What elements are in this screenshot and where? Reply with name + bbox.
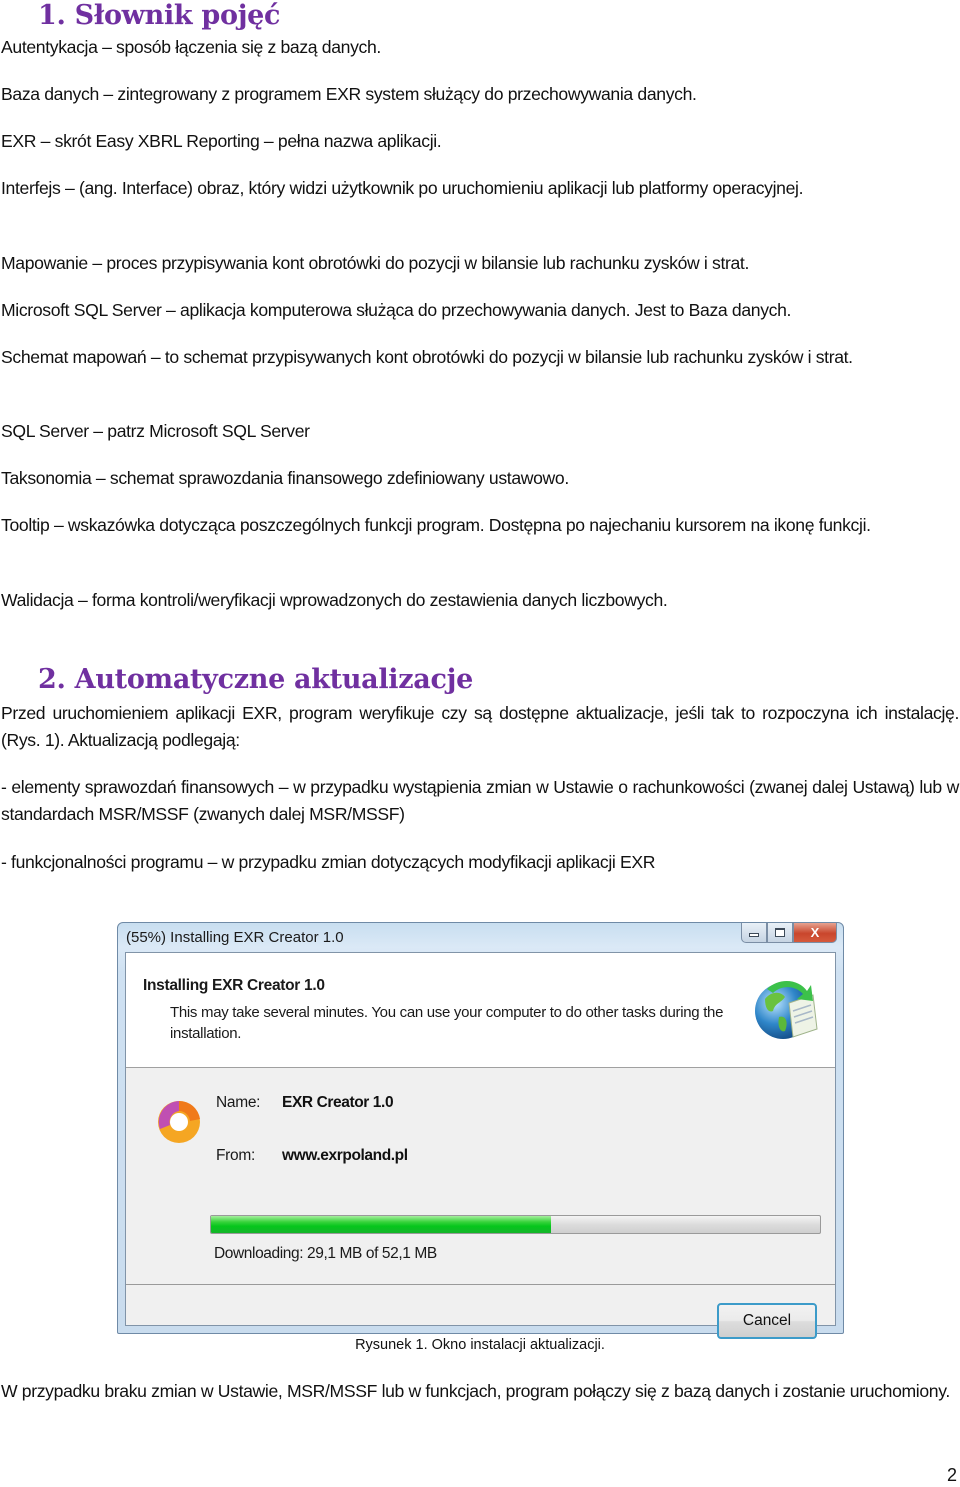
close-button[interactable]: X [793,923,837,943]
figure-caption: Rysunek 1. Okno instalacji aktualizacji. [355,1337,605,1353]
globe-download-icon [755,980,818,1039]
definition-sql-server: SQL Server – patrz Microsoft SQL Server [1,421,310,441]
maximize-button[interactable] [767,923,793,943]
definition-database: Baza danych – zintegrowany z programem E… [1,84,697,104]
installer-header-title: Installing EXR Creator 1.0 [143,977,325,994]
installer-header: Installing EXR Creator 1.0 This may take… [126,953,835,1068]
definition-exr: EXR – skrót Easy XBRL Reporting – pełna … [1,131,442,151]
definition-interface: Interfejs – (ang. Interface) obraz, któr… [1,178,804,198]
auto-updates-intro: Przed uruchomieniem aplikacji EXR, progr… [1,703,959,750]
definition-authentication: Autentykacja – sposób łączenia się z baz… [1,37,381,57]
name-label: Name: [216,1094,261,1111]
definition-mapping: Mapowanie – proces przypisywania kont ob… [1,253,750,273]
page-number: 2 [946,1465,957,1485]
from-label: From: [216,1147,255,1164]
installer-header-description: This may take several minutes. You can u… [170,1004,724,1042]
section-heading-glossary: 1. Słownik pojęć [38,0,281,31]
minimize-icon [749,932,759,937]
definition-mapping-schema: Schemat mapowań – to schemat przypisywan… [1,347,853,367]
download-progress-bar [210,1215,821,1234]
cancel-button[interactable]: Cancel [717,1303,817,1339]
download-status: Downloading: 29,1 MB of 52,1 MB [214,1245,437,1262]
footer-divider [126,1284,835,1285]
from-value: www.exrpoland.pl [282,1147,408,1164]
exr-app-icon [158,1100,200,1143]
installer-body: Installing EXR Creator 1.0 This may take… [125,952,836,1339]
definition-tooltip: Tooltip – wskazówka dotycząca poszczegól… [1,515,871,535]
definition-taxonomy: Taksonomia – schemat sprawozdania finans… [1,468,569,488]
update-item-financial-elements: - elementy sprawozdań finansowych – w pr… [1,777,959,824]
definition-validation: Walidacja – forma kontroli/weryfikacji w… [1,590,668,610]
close-icon: X [810,925,820,940]
closing-paragraph: W przypadku braku zmian w Ustawie, MSR/M… [1,1381,950,1401]
minimize-button[interactable] [741,923,767,943]
maximize-icon [775,928,785,937]
name-value: EXR Creator 1.0 [282,1094,394,1111]
window-controls: X [741,923,837,943]
definition-mssql: Microsoft SQL Server – aplikacja kompute… [1,300,792,320]
update-item-functionality: - funkcjonalności programu – w przypadku… [1,852,656,872]
section-heading-auto-updates: 2. Automatyczne aktualizacje [38,664,473,695]
installer-window-title: (55%) Installing EXR Creator 1.0 [126,929,344,946]
installer-window: (55%) Installing EXR Creator 1.0 X Insta… [117,922,844,1339]
download-progress-fill [211,1216,552,1233]
